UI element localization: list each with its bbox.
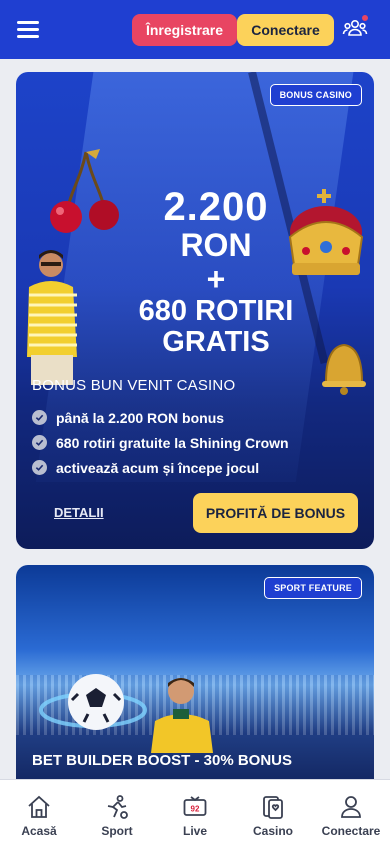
check-icon (32, 435, 47, 450)
login-button[interactable]: Conectare (237, 14, 334, 46)
notification-dot (361, 14, 369, 22)
live-counter: 92 (191, 805, 200, 814)
promo-free: GRATIS (162, 326, 270, 358)
bullet-text: până la 2.200 RON bonus (56, 409, 225, 426)
promo-headline: 2.200 RON + 680 ROTIRI GRATIS (106, 187, 326, 357)
list-item: 680 rotiri gratuite la Shining Crown (32, 430, 289, 455)
sport-badge: SPORT FEATURE (264, 577, 362, 599)
promo-amount: 2.200 (163, 185, 269, 229)
nav-label: Sport (101, 824, 133, 838)
nav-item-sport[interactable]: Sport (78, 780, 156, 844)
register-button[interactable]: Înregistrare (132, 14, 237, 46)
home-icon (28, 795, 50, 818)
list-item: activează acum și începe jocul (32, 455, 289, 480)
nav-item-live[interactable]: 92 Live (156, 780, 234, 844)
nav-label: Conectare (321, 824, 381, 838)
details-link[interactable]: DETALII (54, 505, 104, 520)
bonus-bullet-list: până la 2.200 RON bonus 680 rotiri gratu… (32, 405, 289, 480)
man-figure-image (27, 250, 77, 385)
promo-spins: 680 ROTIRI (138, 295, 294, 327)
top-bar: Înregistrare Conectare (0, 0, 390, 59)
casino-cards-icon (263, 796, 283, 819)
casino-badge: BONUS CASINO (269, 84, 362, 106)
bottom-nav: Acasă Sport 92 Live Casino Conectare (0, 779, 390, 844)
sport-card-title: BET BUILDER BOOST - 30% BONUS (32, 752, 293, 769)
live-tv-icon: 92 (183, 796, 207, 816)
community-icon[interactable] (342, 14, 369, 40)
nav-item-casino[interactable]: Casino (234, 780, 312, 844)
menu-icon[interactable] (17, 21, 39, 39)
bullet-text: 680 rotiri gratuite la Shining Crown (56, 434, 289, 451)
casino-card-title: BONUS BUN VENIT CASINO (32, 377, 236, 394)
list-item: până la 2.200 RON bonus (32, 405, 289, 430)
nav-item-home[interactable]: Acasă (0, 780, 78, 844)
player-figure-image (151, 678, 213, 753)
sport-feature-card[interactable]: SPORT FEATURE BET BUILDER BOOST - 30% BO… (16, 565, 374, 805)
promo-currency: RON (180, 227, 252, 263)
casino-bonus-card[interactable]: BONUS CASINO 2.200 RON + 680 ROTIRI GRAT… (16, 72, 374, 549)
bullet-text: activează acum și începe jocul (56, 459, 260, 476)
soccer-ball-icon (39, 674, 147, 730)
nav-label: Casino (252, 824, 293, 838)
nav-item-login[interactable]: Conectare (312, 780, 390, 844)
claim-bonus-button[interactable]: PROFITĂ DE BONUS (193, 493, 358, 533)
nav-label: Live (182, 824, 207, 838)
sport-icon (107, 795, 128, 819)
nav-label: Acasă (21, 824, 57, 838)
user-icon (341, 796, 361, 818)
promo-plus: + (206, 261, 226, 297)
check-icon (32, 460, 47, 475)
check-icon (32, 410, 47, 425)
